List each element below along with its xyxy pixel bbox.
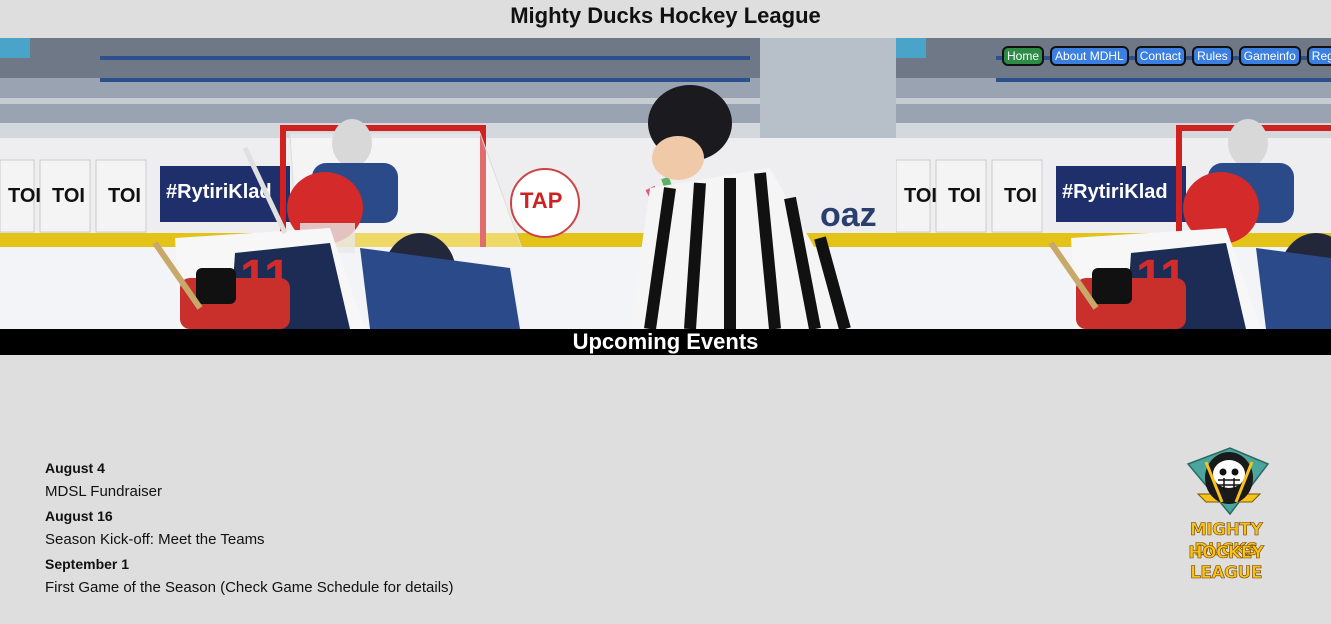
events-list: August 4 MDSL Fundraiser August 16 Seaso… <box>45 458 454 602</box>
event-date: September 1 <box>45 556 130 572</box>
svg-text:TOI: TOI <box>948 185 981 207</box>
upcoming-events-heading: Upcoming Events <box>0 329 1331 355</box>
page-title: Mighty Ducks Hockey League <box>510 3 821 28</box>
hockey-faceoff-photo-repeat: TOI TOI TOI #RytiriKlad 11 <box>896 38 1331 329</box>
hero-banner: TOI TOI TOI #RytiriKlad TAP oaz 11 TOI T… <box>0 38 1331 329</box>
logo-text-line2: HOCKEY LEAGUE <box>1188 543 1264 584</box>
league-logo: MIGHTY DUCKS HOCKEY LEAGUE <box>1156 444 1296 583</box>
svg-text:TOI: TOI <box>1004 185 1037 207</box>
nav-gameinfo[interactable]: Gameinfo <box>1238 46 1301 66</box>
svg-text:oaz: oaz <box>820 196 877 234</box>
event-date: August 4 <box>45 460 105 476</box>
hockey-faceoff-photo: TOI TOI TOI #RytiriKlad TAP oaz 11 <box>0 38 896 329</box>
nav-register[interactable]: Register <box>1306 46 1331 66</box>
svg-text:TOI: TOI <box>108 185 141 207</box>
svg-text:#RytiriKlad: #RytiriKlad <box>166 181 272 203</box>
svg-text:TOI: TOI <box>52 185 85 207</box>
event-description: First Game of the Season (Check Game Sch… <box>45 579 454 596</box>
svg-text:TAP: TAP <box>520 188 562 213</box>
goalie-mask-icon <box>1186 447 1270 516</box>
nav-about[interactable]: About MDHL <box>1050 46 1129 66</box>
nav-rules[interactable]: Rules <box>1192 46 1233 66</box>
event-description: MDSL Fundraiser <box>45 483 162 500</box>
event-description: Season Kick-off: Meet the Teams <box>45 531 265 548</box>
nav-home[interactable]: Home <box>1002 46 1045 66</box>
event-date: August 16 <box>45 508 113 524</box>
svg-text:TOI: TOI <box>904 185 937 207</box>
svg-text:TOI: TOI <box>8 185 41 207</box>
svg-text:#RytiriKlad: #RytiriKlad <box>1062 181 1168 203</box>
nav-contact[interactable]: Contact <box>1134 46 1187 66</box>
main-nav: Home About MDHL Contact Rules Gameinfo R… <box>1002 46 1331 66</box>
